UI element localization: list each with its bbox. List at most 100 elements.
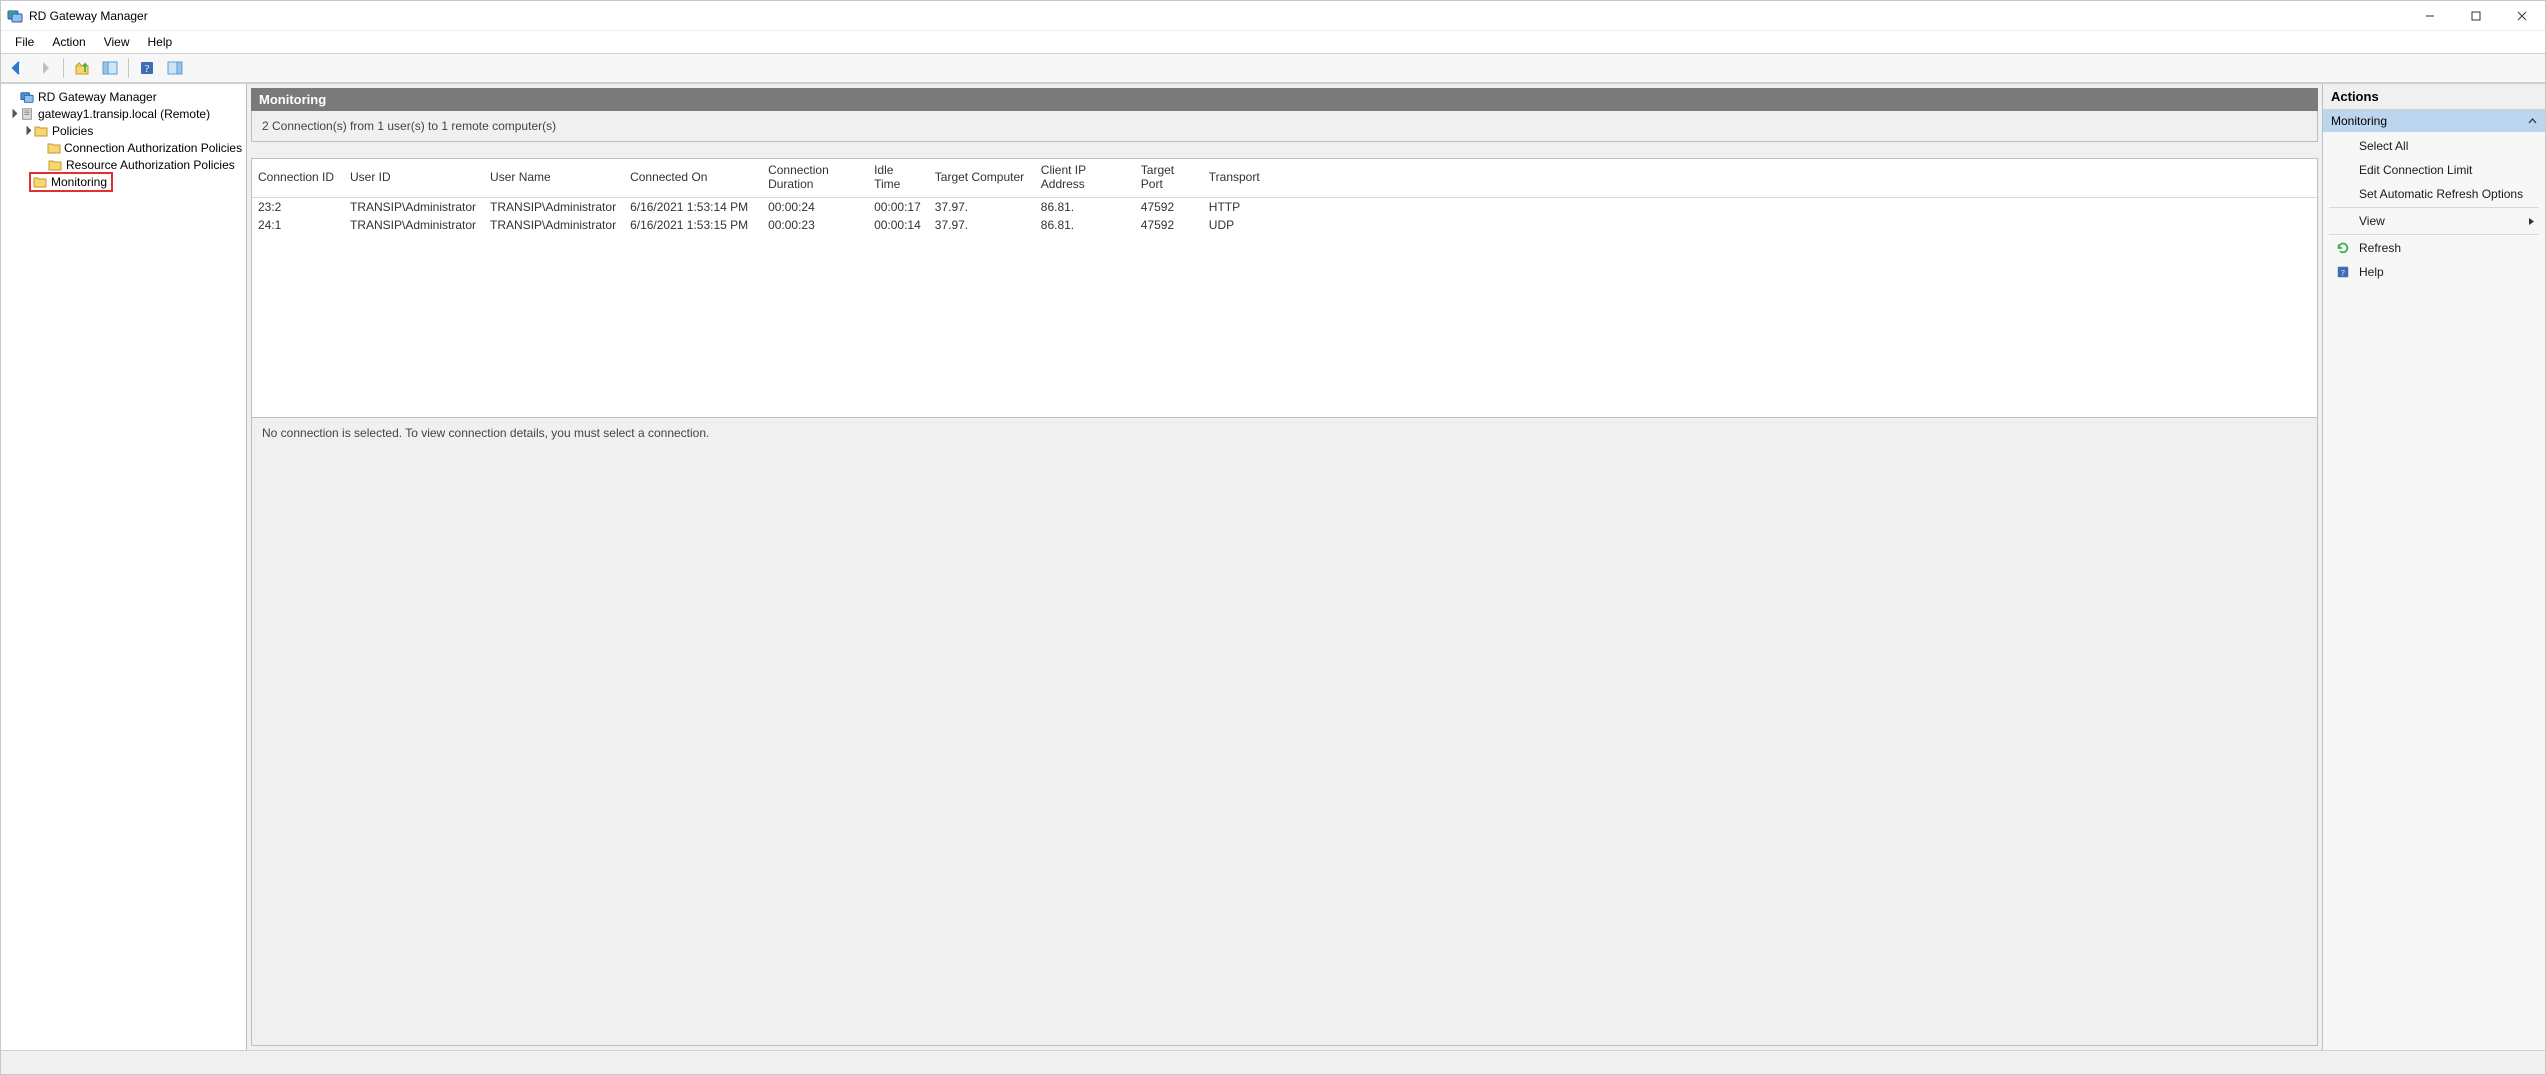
expander-icon[interactable] (19, 126, 33, 135)
center-panel: Monitoring 2 Connection(s) from 1 user(s… (247, 84, 2322, 1050)
cell-client-ip: 86.81. (1035, 198, 1135, 217)
titlebar: RD Gateway Manager (1, 1, 2545, 31)
tree-cap[interactable]: Connection Authorization Policies (5, 139, 246, 156)
cell-connection-id: 23:2 (252, 198, 344, 217)
toolbar-separator (63, 58, 64, 78)
statusbar (1, 1050, 2545, 1074)
col-target-port[interactable]: Target Port (1135, 159, 1203, 198)
action-select-all[interactable]: Select All (2323, 134, 2545, 158)
action-help[interactable]: ? Help (2323, 260, 2545, 284)
action-set-automatic-refresh[interactable]: Set Automatic Refresh Options (2323, 182, 2545, 206)
toolbar-separator (128, 58, 129, 78)
table-row[interactable]: 23:2TRANSIP\AdministratorTRANSIP\Adminis… (252, 198, 2317, 217)
col-client-ip[interactable]: Client IP Address (1035, 159, 1135, 198)
up-button[interactable] (70, 56, 94, 80)
tree-root[interactable]: RD Gateway Manager (5, 88, 246, 105)
separator (2329, 207, 2539, 208)
cell-user-name: TRANSIP\Administrator (484, 216, 624, 234)
folder-icon (47, 158, 63, 172)
collapse-icon[interactable] (2528, 117, 2537, 126)
menu-file[interactable]: File (7, 33, 42, 51)
svg-text:?: ? (145, 63, 150, 75)
cell-user-id: TRANSIP\Administrator (344, 216, 484, 234)
action-edit-limit-label: Edit Connection Limit (2359, 163, 2472, 177)
actions-section-header[interactable]: Monitoring (2323, 110, 2545, 132)
close-button[interactable] (2499, 1, 2545, 31)
col-idle-time[interactable]: Idle Time (868, 159, 929, 198)
menu-help[interactable]: Help (140, 33, 181, 51)
spacer-icon (2335, 162, 2351, 178)
cell-target-port: 47592 (1135, 198, 1203, 217)
tree-rap[interactable]: Resource Authorization Policies (5, 156, 246, 173)
summary-bar: 2 Connection(s) from 1 user(s) to 1 remo… (251, 111, 2318, 142)
refresh-icon (2335, 240, 2351, 256)
tree-cap-label: Connection Authorization Policies (64, 141, 242, 155)
submenu-arrow-icon (2528, 217, 2535, 226)
show-hide-tree-button[interactable] (98, 56, 122, 80)
app-icon (7, 8, 23, 24)
minimize-button[interactable] (2407, 1, 2453, 31)
menu-action[interactable]: Action (44, 33, 93, 51)
col-user-name[interactable]: User Name (484, 159, 624, 198)
connections-grid[interactable]: Connection ID User ID User Name Connecte… (251, 158, 2318, 418)
nav-back-button[interactable] (5, 56, 29, 80)
actions-list: Select All Edit Connection Limit Set Aut… (2323, 132, 2545, 286)
app-icon (19, 90, 35, 104)
actions-panel: Actions Monitoring Select All Edit Conne… (2322, 84, 2545, 1050)
cell-target-port: 47592 (1135, 216, 1203, 234)
menubar: File Action View Help (1, 31, 2545, 53)
cell-user-name: TRANSIP\Administrator (484, 198, 624, 217)
action-view-label: View (2359, 214, 2385, 228)
action-view[interactable]: View (2323, 209, 2545, 233)
cell-transport: UDP (1203, 216, 2317, 234)
window-title: RD Gateway Manager (29, 9, 148, 23)
menu-view[interactable]: View (96, 33, 138, 51)
cell-connection-duration: 00:00:24 (762, 198, 868, 217)
tree-policies-label: Policies (52, 124, 93, 138)
action-refresh-label: Refresh (2359, 241, 2401, 255)
cell-connected-on: 6/16/2021 1:53:14 PM (624, 198, 762, 217)
col-user-id[interactable]: User ID (344, 159, 484, 198)
col-connection-duration[interactable]: Connection Duration (762, 159, 868, 198)
col-target-computer[interactable]: Target Computer (929, 159, 1035, 198)
cell-transport: HTTP (1203, 198, 2317, 217)
show-hide-action-pane-button[interactable] (163, 56, 187, 80)
tree-server[interactable]: gateway1.transip.local (Remote) (5, 105, 246, 122)
toolbar: ? (1, 53, 2545, 83)
tree-monitoring[interactable]: Monitoring (5, 173, 246, 190)
tree-panel[interactable]: RD Gateway Manager gateway1.transip.loca… (1, 84, 247, 1050)
cell-connected-on: 6/16/2021 1:53:15 PM (624, 216, 762, 234)
spacer-icon (2335, 138, 2351, 154)
col-transport[interactable]: Transport (1203, 159, 2317, 198)
details-hint: No connection is selected. To view conne… (251, 418, 2318, 1046)
tree-server-label: gateway1.transip.local (Remote) (38, 107, 210, 121)
nav-forward-button[interactable] (33, 56, 57, 80)
spacer-icon (2335, 186, 2351, 202)
table-header-row: Connection ID User ID User Name Connecte… (252, 159, 2317, 198)
cell-user-id: TRANSIP\Administrator (344, 198, 484, 217)
separator (2329, 234, 2539, 235)
col-connection-id[interactable]: Connection ID (252, 159, 344, 198)
folder-icon (47, 141, 61, 155)
spacer-icon (2335, 213, 2351, 229)
action-refresh[interactable]: Refresh (2323, 236, 2545, 260)
tree-policies[interactable]: Policies (5, 122, 246, 139)
connections-table: Connection ID User ID User Name Connecte… (252, 159, 2317, 234)
action-edit-connection-limit[interactable]: Edit Connection Limit (2323, 158, 2545, 182)
action-help-label: Help (2359, 265, 2384, 279)
maximize-button[interactable] (2453, 1, 2499, 31)
cell-target-computer: 37.97. (929, 198, 1035, 217)
window-controls (2407, 1, 2545, 30)
cell-connection-duration: 00:00:23 (762, 216, 868, 234)
cell-idle-time: 00:00:14 (868, 216, 929, 234)
app-window: RD Gateway Manager File Action View Help (0, 0, 2546, 1075)
body: RD Gateway Manager gateway1.transip.loca… (1, 83, 2545, 1050)
titlebar-left: RD Gateway Manager (7, 8, 148, 24)
table-row[interactable]: 24:1TRANSIP\AdministratorTRANSIP\Adminis… (252, 216, 2317, 234)
cell-target-computer: 37.97. (929, 216, 1035, 234)
col-connected-on[interactable]: Connected On (624, 159, 762, 198)
help-button[interactable]: ? (135, 56, 159, 80)
actions-header: Actions (2323, 84, 2545, 110)
server-icon (19, 107, 35, 121)
expander-icon[interactable] (5, 109, 19, 118)
